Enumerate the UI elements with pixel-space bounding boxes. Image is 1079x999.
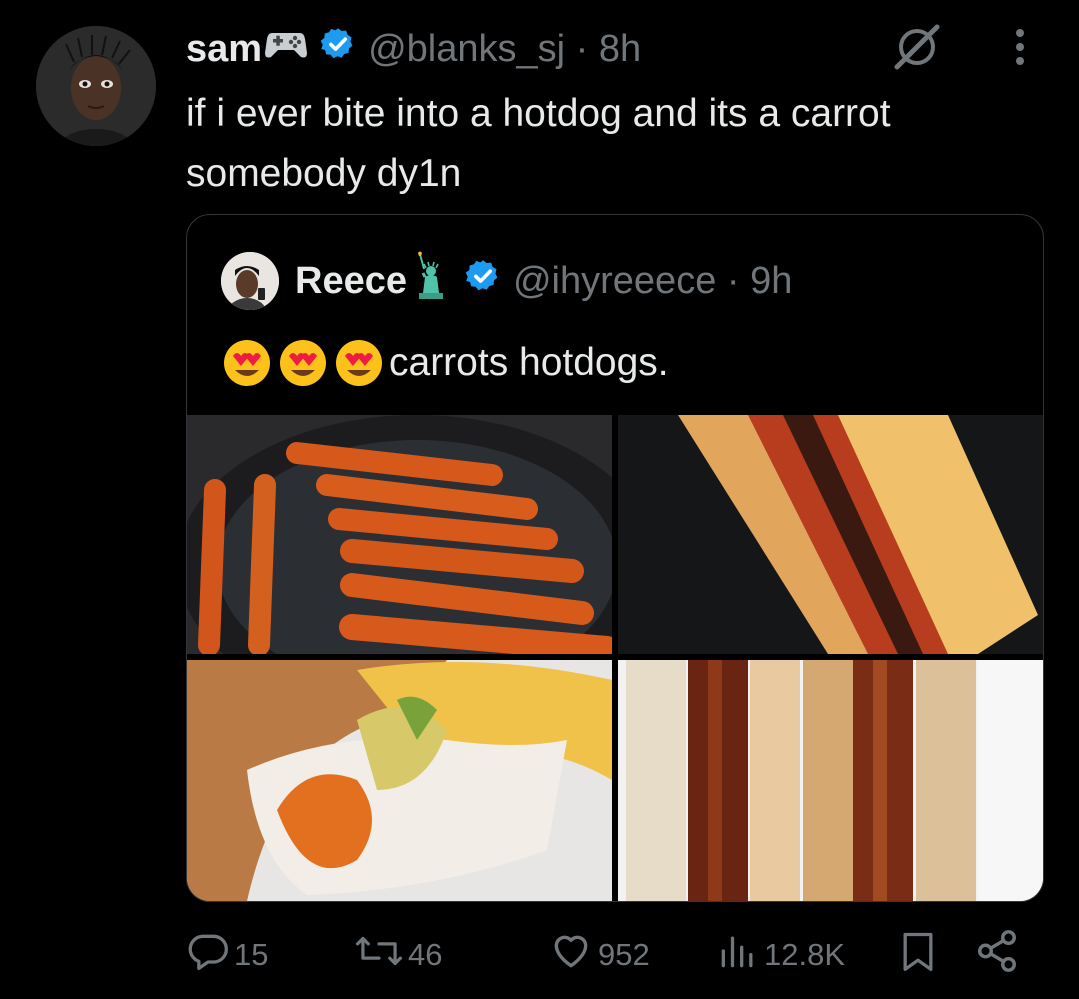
- two-hotdogs-on-plate-image[interactable]: [618, 660, 1043, 901]
- reply-count: 15: [234, 937, 269, 972]
- bitten-carrot-hotdog-image[interactable]: [187, 660, 612, 901]
- quote-author-handle-time[interactable]: @ihyreeece · 9h: [513, 260, 792, 303]
- quoted-tweet[interactable]: Reece @ihyreeece · 9h carrots hotdogs.: [186, 214, 1044, 902]
- reply-button[interactable]: 15: [186, 920, 268, 990]
- verified-badge-icon: [320, 26, 356, 72]
- quote-media-grid: [187, 415, 1043, 901]
- author-handle-time[interactable]: @blanks_sj · 8h: [368, 28, 641, 71]
- quote-text-row: carrots hotdogs.: [221, 333, 669, 393]
- repost-count: 46: [408, 937, 443, 972]
- views-count: 12.8K: [764, 937, 846, 972]
- carrots-in-pan-image[interactable]: [187, 415, 612, 654]
- grok-icon[interactable]: [890, 20, 944, 79]
- action-bar: 15 46 952 12.8K: [186, 920, 1026, 990]
- tweet-header: sam @blanks_sj · 8h: [186, 24, 641, 74]
- bookmark-icon: [898, 929, 938, 981]
- heart-eyes-emoji-icon: [333, 338, 389, 388]
- quote-verified-badge-icon: [465, 258, 501, 304]
- repost-button[interactable]: 46: [354, 920, 442, 990]
- game-controller-icon: [264, 27, 308, 71]
- heart-icon: [548, 929, 594, 981]
- reply-icon: [186, 929, 230, 981]
- tweet-text: if i ever bite into a hotdog and its a c…: [186, 92, 891, 195]
- heart-eyes-emoji-icon: [277, 338, 333, 388]
- share-icon: [974, 928, 1020, 982]
- views-icon: [716, 929, 760, 981]
- quote-text: carrots hotdogs.: [389, 341, 669, 384]
- statue-of-liberty-icon: [409, 251, 453, 311]
- repost-icon: [354, 929, 404, 981]
- tweet-top-actions: [890, 24, 1040, 74]
- hotdog-in-bun-image[interactable]: [618, 415, 1043, 654]
- quote-header: Reece @ihyreeece · 9h: [221, 251, 792, 311]
- author-name[interactable]: sam: [186, 28, 262, 71]
- quote-author-name[interactable]: Reece: [295, 260, 407, 303]
- more-options-icon[interactable]: [1014, 27, 1026, 72]
- quote-author-avatar[interactable]: [221, 252, 279, 310]
- like-button[interactable]: 952: [548, 920, 650, 990]
- like-count: 952: [598, 937, 650, 972]
- share-button[interactable]: [974, 920, 1020, 990]
- author-avatar[interactable]: [36, 26, 156, 146]
- heart-eyes-emoji-icon: [221, 338, 277, 388]
- views-button[interactable]: 12.8K: [716, 920, 845, 990]
- bookmark-button[interactable]: [898, 920, 938, 990]
